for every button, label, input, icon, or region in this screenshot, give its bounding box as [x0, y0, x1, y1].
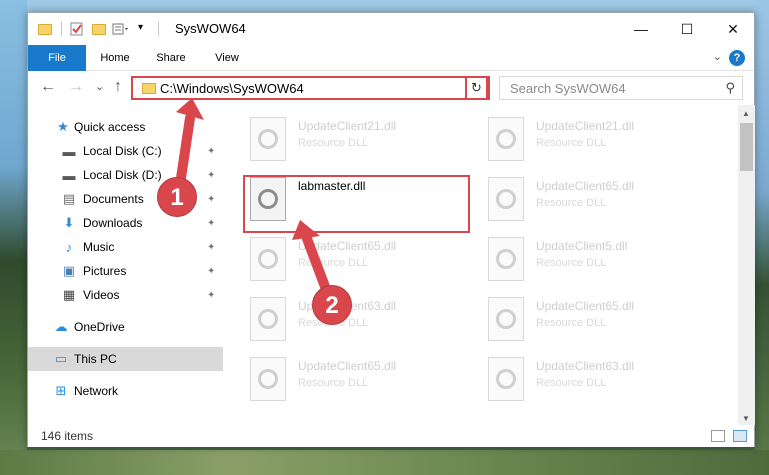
step-2-badge: 2 [312, 285, 352, 325]
annotation-arrows [173, 98, 335, 305]
step-1-badge: 1 [157, 177, 197, 217]
